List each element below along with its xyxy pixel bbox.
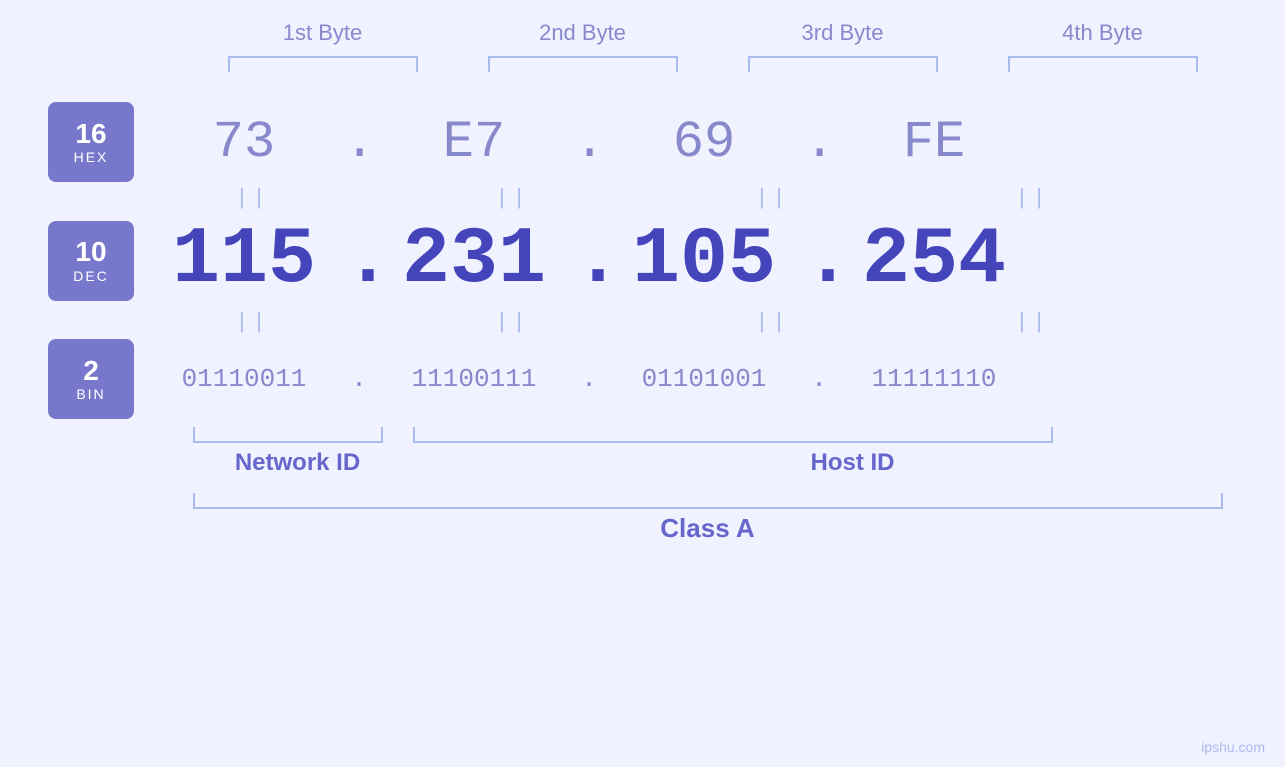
host-id-label: Host ID [473,449,1233,477]
bin-dot-3: . [804,364,834,394]
dec-row: 10 DEC 115 . 231 . 105 . 254 [0,215,1285,306]
class-label: Class A [193,513,1223,544]
eq2-byte3: || [673,310,873,335]
label-spacer [403,449,433,477]
eq1-byte2: || [413,186,613,211]
dec-val-1: 115 [172,215,316,306]
bin-val-1: 01110011 [182,364,307,394]
dec-val-4: 254 [862,215,1006,306]
network-id-label: Network ID [193,449,403,477]
bin-badge: 2 BIN [48,339,134,419]
eq2-byte1: || [153,310,353,335]
host-id-bracket [413,427,1053,443]
hex-row: 16 HEX 73 . E7 . 69 . FE [0,102,1285,182]
hex-dot-1: . [344,113,374,172]
eq2-byte4: || [933,310,1133,335]
hex-val-4: FE [903,113,965,172]
dec-base-label: DEC [73,268,109,284]
dec-byte1: 115 [144,215,344,306]
byte1-header: 1st Byte [223,20,423,46]
bracket-byte4 [1008,56,1198,72]
bracket-byte1 [228,56,418,72]
dec-byte2: 231 [374,215,574,306]
class-section: Class A [193,493,1233,544]
dec-dot-1: . [344,215,374,306]
hex-badge: 16 HEX [48,102,134,182]
hex-val-3: 69 [673,113,735,172]
byte-headers-row: 1st Byte 2nd Byte 3rd Byte 4th Byte [193,20,1233,46]
bin-values-area: 01110011 . 11100111 . 01101001 . 1111111… [144,364,1285,394]
hex-byte1: 73 [144,113,344,172]
bin-base-label: BIN [76,386,105,402]
dec-byte4: 254 [834,215,1034,306]
dec-dot-3: . [804,215,834,306]
bracket-byte3 [748,56,938,72]
hex-byte2: E7 [374,113,574,172]
dec-dot-2: . [574,215,604,306]
eq1-byte3: || [673,186,873,211]
network-id-bracket [193,427,383,443]
equals-row-1: || || || || [123,186,1163,211]
id-labels-row: Network ID Host ID [193,449,1233,477]
main-container: 1st Byte 2nd Byte 3rd Byte 4th Byte 16 H… [0,0,1285,767]
bin-row: 2 BIN 01110011 . 11100111 . 01101001 . 1… [0,339,1285,419]
dec-badge: 10 DEC [48,221,134,301]
equals-row-2: || || || || [123,310,1163,335]
bottom-brackets-section [193,427,1233,443]
bin-byte3: 01101001 [604,364,804,394]
hex-values-area: 73 . E7 . 69 . FE [144,113,1285,172]
byte3-header: 3rd Byte [743,20,943,46]
dec-values-area: 115 . 231 . 105 . 254 [144,215,1285,306]
hex-base-label: HEX [74,149,109,165]
hex-base-number: 16 [75,119,106,150]
class-bracket [193,493,1223,509]
dec-base-number: 10 [75,237,106,268]
bin-byte2: 11100111 [374,364,574,394]
hex-val-1: 73 [213,113,275,172]
hex-dot-3: . [804,113,834,172]
bin-byte1: 01110011 [144,364,344,394]
bin-dot-1: . [344,364,374,394]
dec-val-2: 231 [402,215,546,306]
hex-byte3: 69 [604,113,804,172]
bin-base-number: 2 [83,356,99,387]
bin-val-4: 11111110 [872,364,997,394]
bin-val-3: 01101001 [642,364,767,394]
byte2-header: 2nd Byte [483,20,683,46]
hex-byte4: FE [834,113,1034,172]
hex-dot-2: . [574,113,604,172]
eq1-byte1: || [153,186,353,211]
top-brackets-row [193,56,1233,72]
bin-val-2: 11100111 [412,364,537,394]
bin-dot-2: . [574,364,604,394]
dec-byte3: 105 [604,215,804,306]
bracket-byte2 [488,56,678,72]
hex-val-2: E7 [443,113,505,172]
watermark: ipshu.com [1201,739,1265,755]
eq2-byte2: || [413,310,613,335]
eq1-byte4: || [933,186,1133,211]
bin-byte4: 11111110 [834,364,1034,394]
byte4-header: 4th Byte [1003,20,1203,46]
dec-val-3: 105 [632,215,776,306]
